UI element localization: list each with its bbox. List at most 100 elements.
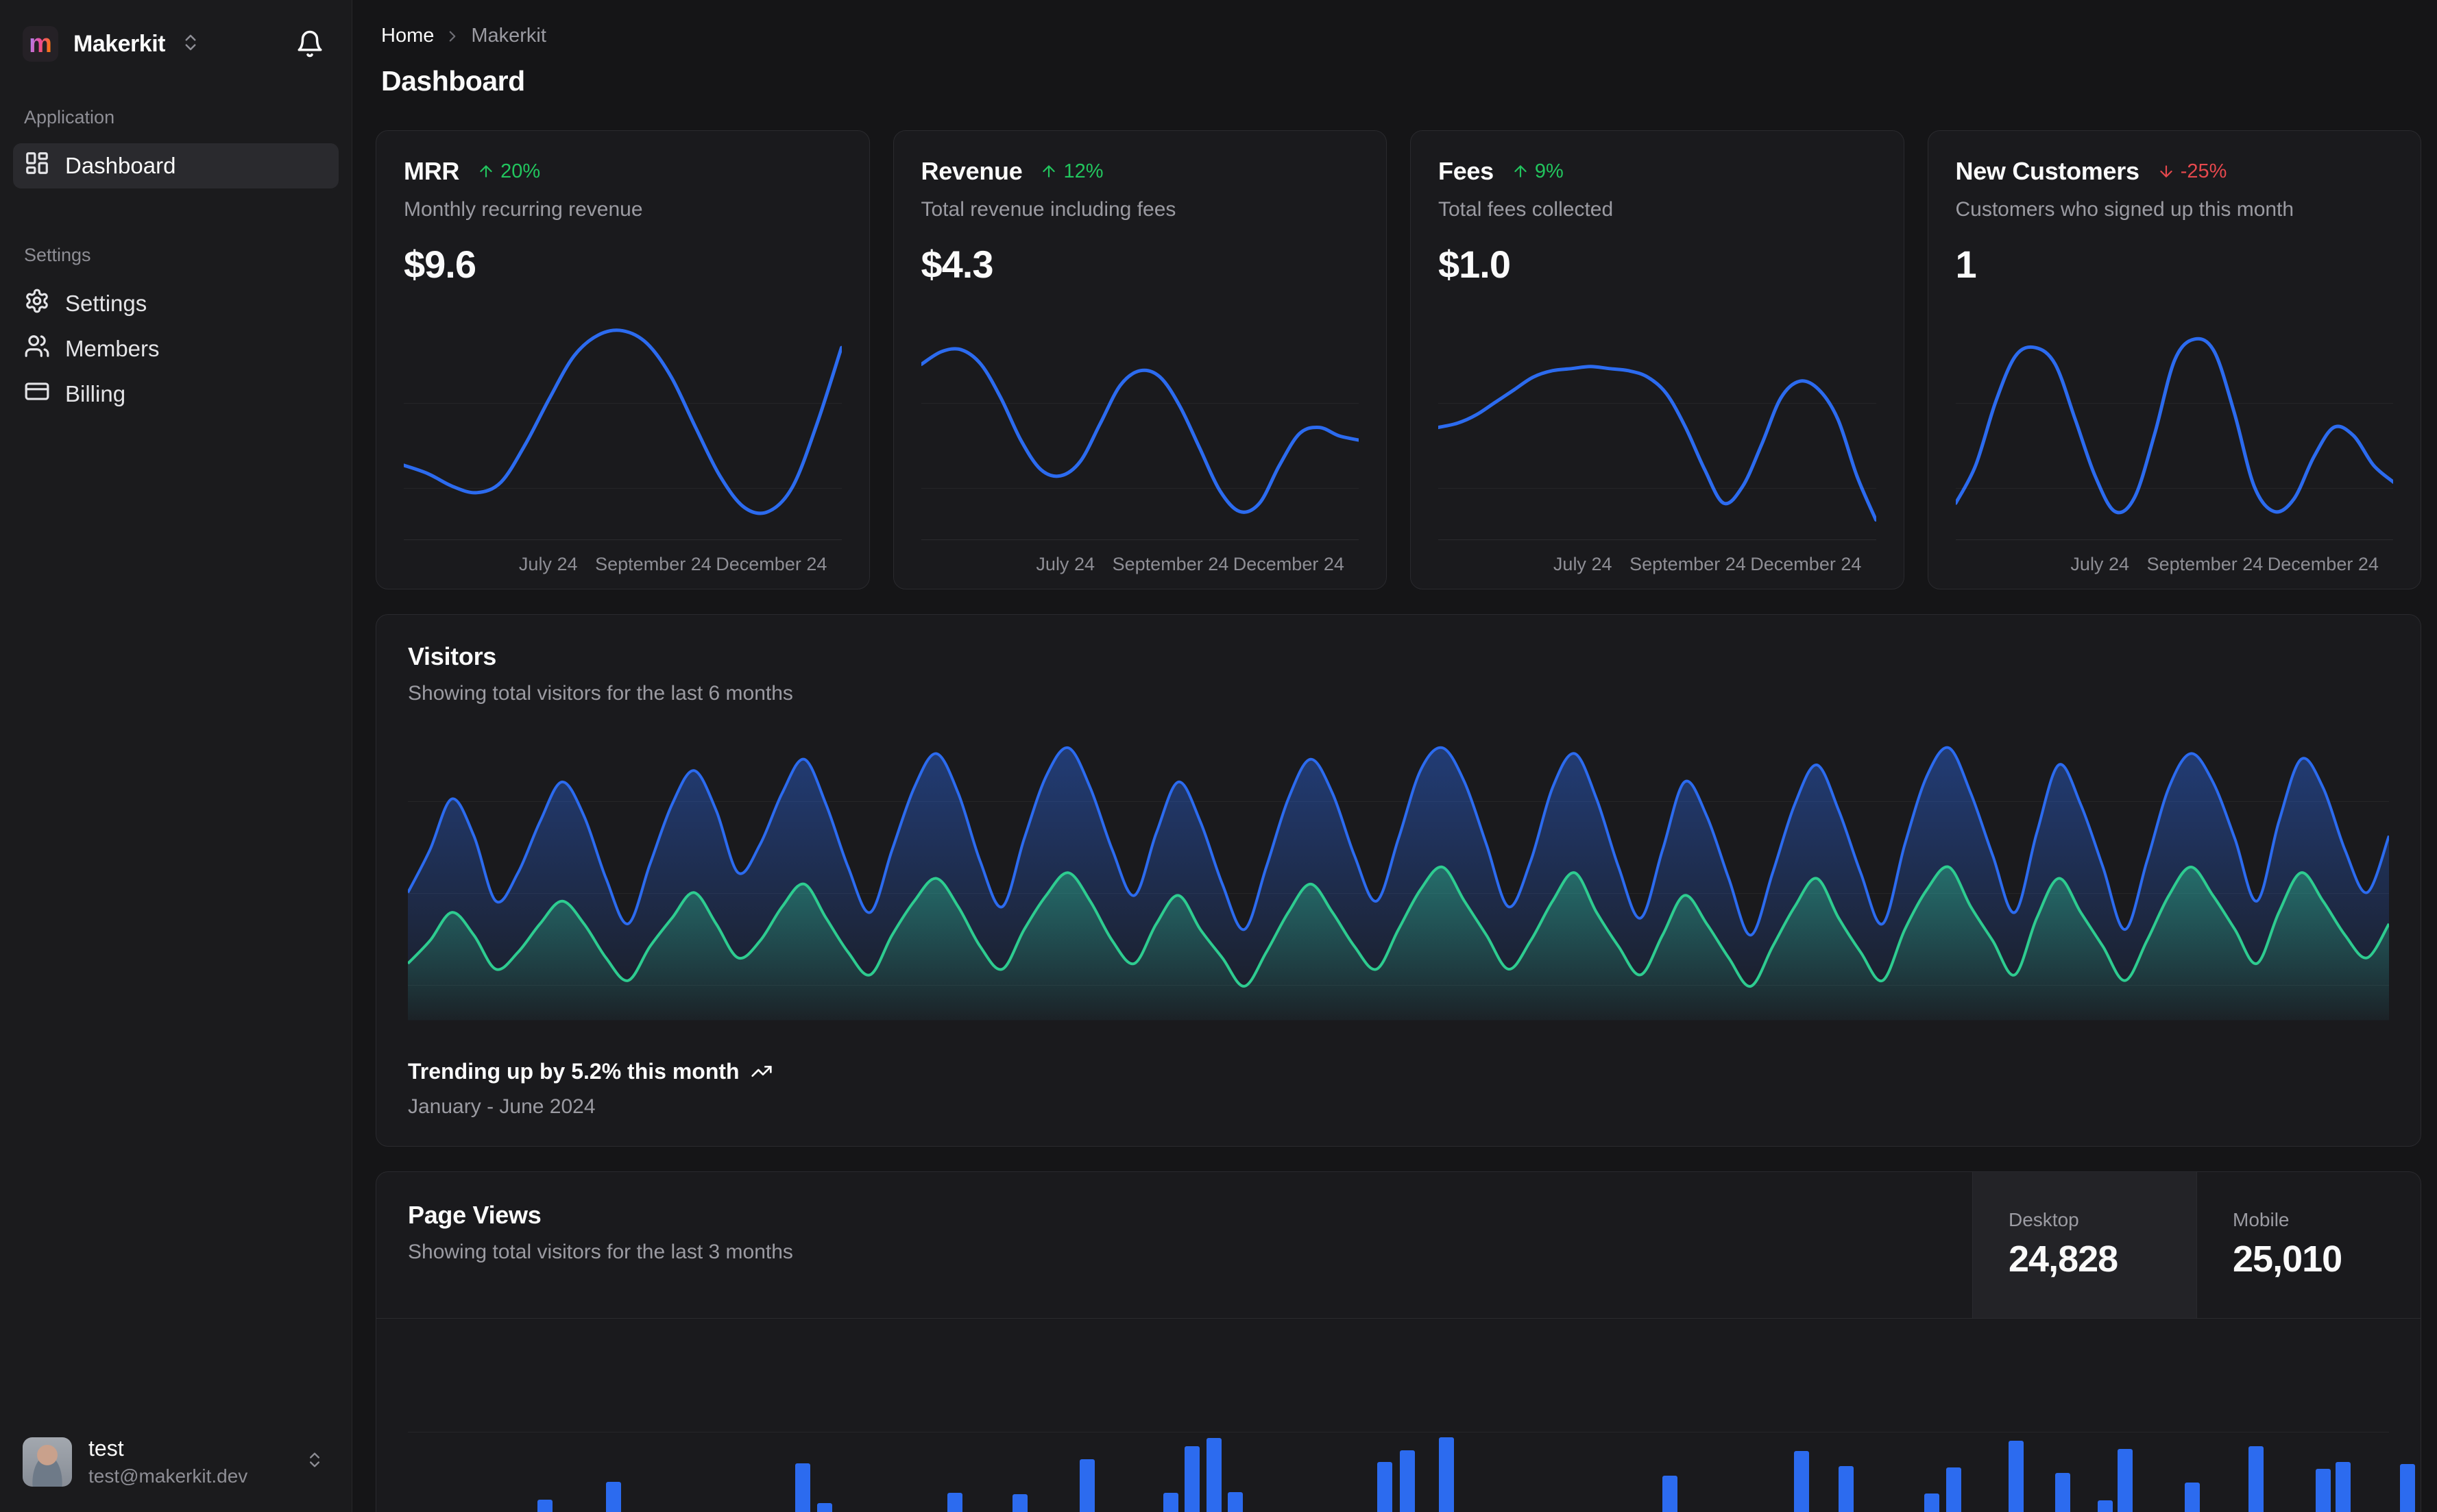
- breadcrumb-current[interactable]: Makerkit: [471, 25, 546, 47]
- bar: [817, 1503, 832, 1512]
- bar: [1228, 1492, 1243, 1512]
- bar: [1207, 1438, 1222, 1512]
- bar: [1080, 1459, 1095, 1512]
- page-views-card: Page Views Showing total visitors for th…: [376, 1171, 2421, 1512]
- trend-text-row: Trending up by 5.2% this month: [408, 1059, 2389, 1084]
- sidebar-item-label: Members: [65, 336, 160, 361]
- stat-card-revenue: Revenue 12% Total revenue including fees…: [893, 130, 1387, 589]
- bar: [1839, 1466, 1854, 1512]
- trend-text: Trending up by 5.2% this month: [408, 1058, 740, 1084]
- stat-subtitle: Total revenue including fees: [921, 198, 1176, 221]
- bar: [1185, 1446, 1200, 1512]
- arrow-up-icon: [480, 165, 492, 178]
- sidebar-item-members[interactable]: Members: [13, 326, 339, 371]
- arrow-up-icon: [1514, 165, 1527, 178]
- visitors-card: Visitors Showing total visitors for the …: [376, 614, 2421, 1147]
- x-axis-labels: July 24 September 24 December 24: [921, 539, 1359, 589]
- user-meta: test test@makerkit.dev: [88, 1436, 289, 1487]
- stat-card-mrr: MRR 20% Monthly recurring revenue $9.6 J…: [376, 130, 870, 589]
- bar: [1013, 1494, 1028, 1512]
- visitors-area-chart: [408, 733, 2389, 1021]
- stat-subtitle: Monthly recurring revenue: [404, 198, 643, 221]
- page-views-header: Page Views Showing total visitors for th…: [376, 1171, 2421, 1319]
- chevrons-up-down-icon: [305, 1450, 324, 1473]
- stat-value: $4.3: [921, 243, 994, 286]
- credit-card-icon: [24, 378, 50, 410]
- bar: [2248, 1446, 2264, 1512]
- chevrons-up-down-icon[interactable]: [180, 32, 201, 56]
- user-email: test@makerkit.dev: [88, 1465, 248, 1487]
- stat-title: Revenue: [921, 157, 1023, 185]
- sidebar-header: m Makerkit: [0, 0, 352, 62]
- logo-letter: m: [29, 29, 52, 58]
- x-axis-labels: July 24 September 24 December 24: [1438, 539, 1876, 589]
- stats-row: MRR 20% Monthly recurring revenue $9.6 J…: [376, 130, 2421, 589]
- bar: [1439, 1437, 1454, 1512]
- gear-icon: [24, 288, 50, 319]
- app-root: m Makerkit Application Dashboard Setting…: [0, 0, 2437, 1512]
- bar: [2055, 1473, 2070, 1512]
- bar: [795, 1463, 810, 1512]
- sparkline-chart: [404, 304, 842, 539]
- users-icon: [24, 333, 50, 365]
- arrow-up-icon: [1043, 165, 1056, 178]
- trending-up-icon: [751, 1066, 772, 1077]
- bar: [1794, 1451, 1809, 1512]
- chevron-right-icon: [444, 27, 461, 45]
- sparkline-chart: [1438, 304, 1876, 539]
- user-name: test: [88, 1436, 124, 1461]
- stat-title: MRR: [404, 157, 460, 185]
- bar: [1662, 1476, 1677, 1512]
- sidebar-item-label: Settings: [65, 291, 147, 316]
- x-axis-labels: July 24 September 24 December 24: [1955, 539, 2393, 589]
- bar: [2336, 1462, 2351, 1512]
- nav-section-application: Application: [24, 107, 115, 127]
- bar: [1377, 1462, 1392, 1512]
- trend-badge: -25%: [2157, 160, 2227, 183]
- main-content: Home Makerkit Dashboard MRR 20% Monthly …: [352, 0, 2437, 1512]
- stat-value: $1.0: [1438, 243, 1511, 286]
- stat-title: New Customers: [1955, 157, 2139, 185]
- toggle-desktop[interactable]: Desktop 24,828: [1972, 1171, 2196, 1318]
- bar: [1400, 1450, 1415, 1512]
- bar: [2118, 1449, 2133, 1512]
- dashboard-icon: [24, 150, 50, 182]
- bar: [606, 1482, 621, 1512]
- sparkline-chart: [921, 304, 1359, 539]
- workspace-selector[interactable]: Makerkit: [73, 31, 165, 58]
- arrow-down-icon: [2160, 165, 2172, 178]
- page-views-title: Page Views: [408, 1200, 542, 1229]
- date-range: January - June 2024: [408, 1095, 596, 1118]
- sidebar-item-label: Dashboard: [65, 153, 176, 178]
- stat-value: 1: [1955, 243, 1977, 286]
- page-title: Dashboard: [381, 65, 525, 97]
- bar: [947, 1493, 962, 1512]
- sidebar-item-settings[interactable]: Settings: [13, 281, 339, 326]
- sidebar-item-billing[interactable]: Billing: [13, 371, 339, 417]
- x-axis-labels: July 24 September 24 December 24: [404, 539, 842, 589]
- user-menu[interactable]: test test@makerkit.dev: [0, 1415, 352, 1512]
- trend-badge: 12%: [1040, 160, 1104, 183]
- sidebar-nav: Application Dashboard Settings Settings: [0, 62, 352, 1415]
- trend-badge: 9%: [1512, 160, 1564, 183]
- stat-value: $9.6: [404, 243, 476, 286]
- breadcrumb-home[interactable]: Home: [381, 25, 434, 47]
- page-views-subtitle: Showing total visitors for the last 3 mo…: [408, 1240, 793, 1263]
- bar: [537, 1500, 553, 1512]
- visitors-subtitle: Showing total visitors for the last 6 mo…: [408, 682, 793, 705]
- stat-subtitle: Total fees collected: [1438, 198, 1614, 221]
- bar: [2316, 1469, 2331, 1512]
- sparkline-chart: [1955, 304, 2394, 539]
- bell-icon[interactable]: [295, 29, 324, 58]
- stat-title: Fees: [1438, 157, 1494, 185]
- sidebar-item-dashboard[interactable]: Dashboard: [13, 143, 339, 188]
- visitors-title: Visitors: [408, 642, 496, 670]
- stat-card-new-customers: New Customers -25% Customers who signed …: [1927, 130, 2421, 589]
- stat-card-fees: Fees 9% Total fees collected $1.0 July 2…: [1410, 130, 1904, 589]
- bar: [2009, 1441, 2024, 1512]
- sidebar: m Makerkit Application Dashboard Setting…: [0, 0, 352, 1512]
- bar: [2400, 1464, 2415, 1512]
- bar: [1924, 1493, 1939, 1512]
- toggle-mobile[interactable]: Mobile 25,010: [2196, 1171, 2421, 1318]
- bar: [2098, 1500, 2113, 1512]
